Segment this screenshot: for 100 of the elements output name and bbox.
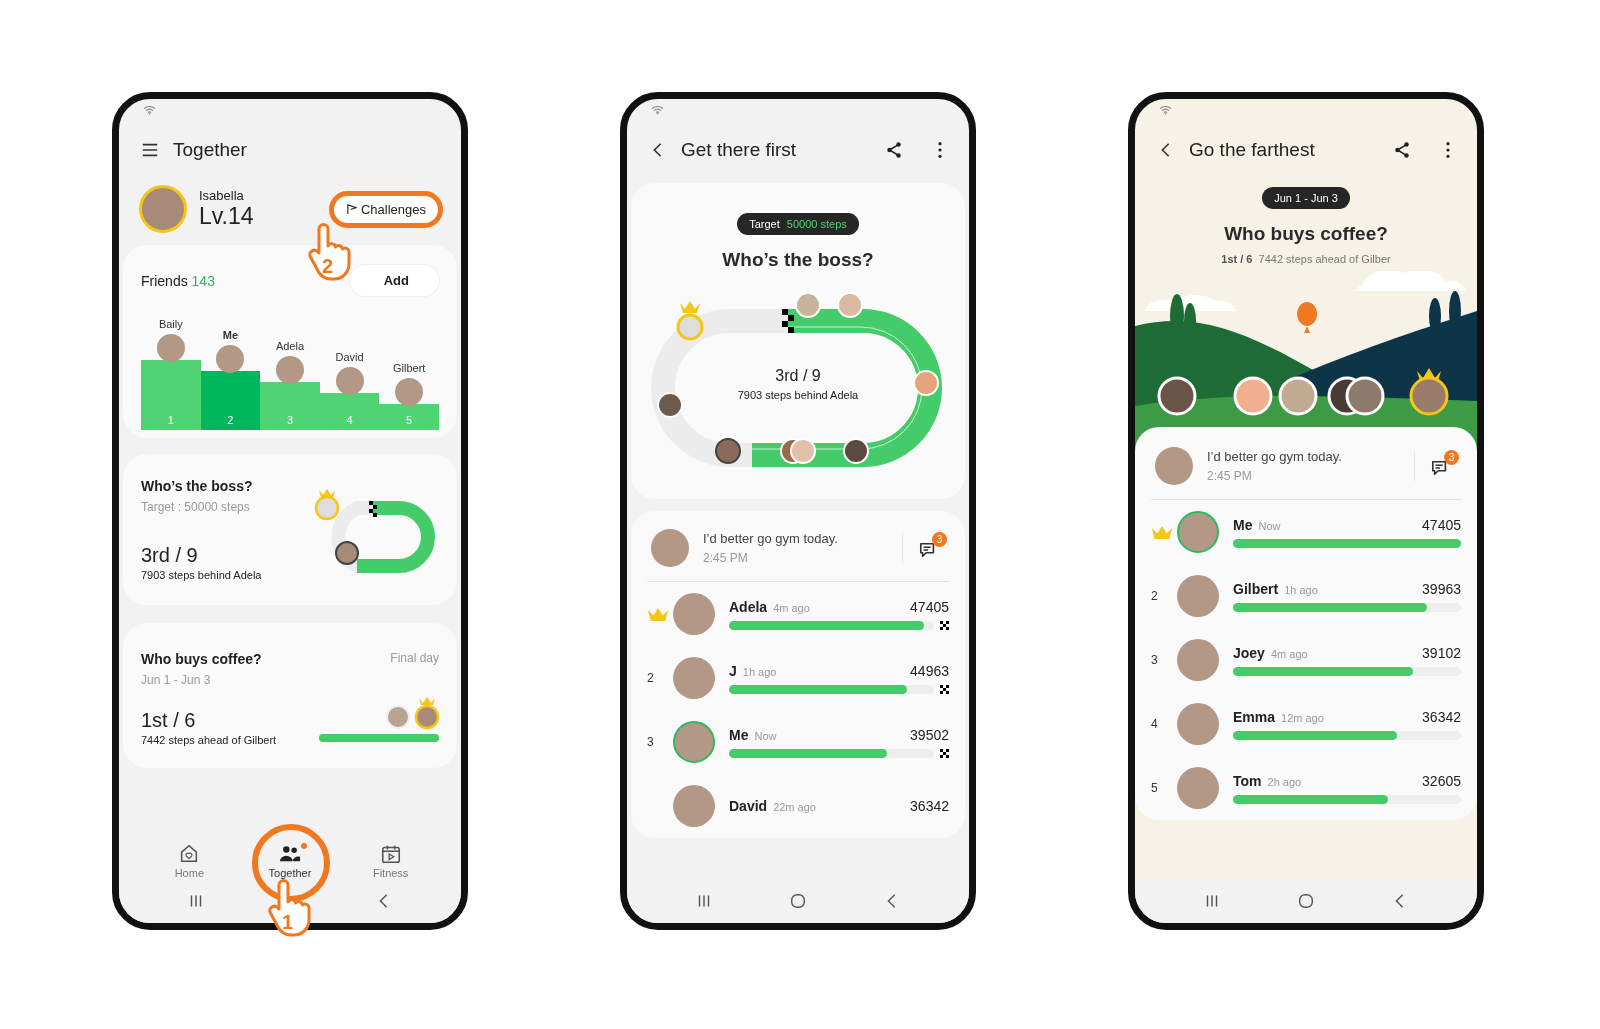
update-time: 2h ago — [1267, 775, 1302, 788]
rank-text: 3rd / 9 — [775, 367, 821, 385]
rank-number: 3 — [1151, 653, 1158, 667]
player-name: Me — [729, 726, 749, 743]
rank-number: 2 — [1151, 589, 1158, 603]
player-name: Adela — [729, 598, 768, 615]
player-name: Emma — [1233, 708, 1276, 725]
challenge-title: Who buys coffee? — [1224, 223, 1388, 245]
home-icon[interactable] — [1297, 892, 1315, 910]
step-count: 39102 — [1422, 644, 1461, 661]
challenge-status: Final day — [390, 651, 439, 665]
player-name: Me — [1233, 516, 1253, 533]
unread-count-badge: 3 — [1444, 450, 1459, 465]
update-time: Now — [1258, 519, 1281, 532]
wifi-icon — [143, 105, 156, 115]
more-icon[interactable] — [1445, 141, 1451, 159]
friend-name: Gilbert — [392, 362, 426, 374]
update-time: 12m ago — [1281, 711, 1324, 724]
rank-number: 5 — [406, 414, 413, 426]
avatar — [216, 345, 245, 373]
user-name: Isabella — [199, 188, 245, 203]
rank-number: 3 — [647, 735, 654, 749]
rank-number: 1 — [167, 414, 174, 426]
friends-label: Friends 143 — [141, 272, 215, 289]
nav-tab[interactable]: Fitness — [372, 843, 409, 879]
avatar — [276, 356, 304, 384]
avatar — [651, 529, 689, 567]
rank-number: 2 — [647, 671, 654, 685]
step-count: 44963 — [910, 662, 949, 679]
update-time: 1h ago — [742, 665, 777, 678]
chat-icon[interactable] — [1431, 459, 1449, 477]
crown-icon — [647, 606, 669, 622]
crown-icon — [1151, 524, 1173, 540]
rank-note: 7442 steps ahead of Gilbert — [141, 734, 278, 746]
rank-number: 2 — [227, 414, 234, 426]
friend-name: Me — [222, 329, 239, 341]
menu-icon[interactable] — [141, 141, 159, 159]
step-number: 1 — [282, 912, 294, 932]
step-count: 47405 — [1422, 516, 1461, 533]
more-icon[interactable] — [937, 141, 943, 159]
chat-icon[interactable] — [919, 541, 937, 559]
unread-count-badge: 3 — [932, 532, 947, 547]
user-level: Lv.14 — [199, 203, 254, 230]
challenge-target: Target : 50000 steps — [141, 500, 251, 514]
step-count: 36342 — [910, 798, 949, 814]
avatar — [156, 334, 185, 362]
update-time: Now — [754, 729, 777, 742]
rank-number: 5 — [1151, 781, 1158, 795]
rank-text: 1st / 6 — [141, 709, 197, 732]
flag-icon — [345, 203, 357, 215]
rank-note: 1st / 6 7442 steps ahead of Gilber — [1221, 253, 1391, 265]
step-count: 32605 — [1422, 772, 1461, 789]
share-icon[interactable] — [885, 141, 903, 159]
avatar — [1155, 447, 1193, 485]
screen-title: Together — [173, 139, 247, 161]
rank-number: 4 — [1151, 717, 1158, 731]
step-count: 39502 — [910, 726, 949, 743]
friend-name: Adela — [275, 340, 305, 352]
finish-flag-icon — [940, 748, 949, 758]
update-time: 1h ago — [1284, 583, 1318, 596]
wifi-icon — [1159, 105, 1172, 115]
add-button[interactable]: Add — [349, 265, 439, 296]
friend-name: Baily — [158, 318, 183, 330]
challenge-title: Who’s the boss? — [141, 478, 254, 494]
player-name: J — [729, 662, 737, 679]
update-time: 4m ago — [1270, 647, 1308, 660]
screen-title: Get there first — [681, 139, 797, 161]
rank-number: 3 — [286, 414, 294, 426]
nav-tab[interactable]: Home — [174, 843, 204, 879]
message-time: 2:45 PM — [703, 551, 749, 565]
finish-flag-icon — [940, 620, 949, 630]
challenge-dates: Jun 1 - Jun 3 — [141, 673, 212, 687]
challenge-card[interactable]: Who buys coffee? Jun 1 - Jun 3 Final day 1st / 6 7442 steps ahead of Gilbert — [123, 623, 457, 768]
target-tooltip: Target 50000 steps — [737, 213, 859, 235]
step-number: 2 — [321, 255, 334, 276]
rank-note: 7903 steps behind Adela — [141, 569, 263, 581]
rank-number: 4 — [346, 414, 353, 426]
player-name: Tom — [1233, 772, 1262, 789]
step-count: 39963 — [1422, 580, 1461, 597]
home-icon[interactable] — [789, 892, 807, 910]
finish-flag-icon — [940, 684, 949, 694]
player-name: Gilbert — [1233, 580, 1279, 597]
challenges-button[interactable]: Challenges — [328, 190, 443, 228]
share-icon[interactable] — [1393, 141, 1411, 159]
challenge-card[interactable]: Who’s the boss? Target : 50000 steps 3rd / 9 7903 steps behind Adela — [123, 454, 457, 605]
message-text: I’d better go gym today. — [703, 531, 839, 546]
step-count: 36342 — [1422, 708, 1461, 725]
challenge-title: Who’s the boss? — [722, 249, 874, 271]
avatar — [395, 378, 424, 406]
nav-tab[interactable]: Together — [268, 843, 312, 879]
challenge-title: Who buys coffee? — [141, 651, 263, 667]
player-name: David — [729, 798, 768, 814]
rank-text: 3rd / 9 — [141, 544, 199, 567]
avatar — [335, 367, 364, 395]
avatar — [139, 185, 187, 233]
update-time: 22m ago — [773, 801, 816, 813]
step-count: 47405 — [910, 598, 949, 615]
message-time: 2:45 PM — [1207, 469, 1253, 483]
wifi-icon — [651, 105, 664, 115]
date-tooltip: Jun 1 - Jun 3 — [1262, 187, 1350, 209]
